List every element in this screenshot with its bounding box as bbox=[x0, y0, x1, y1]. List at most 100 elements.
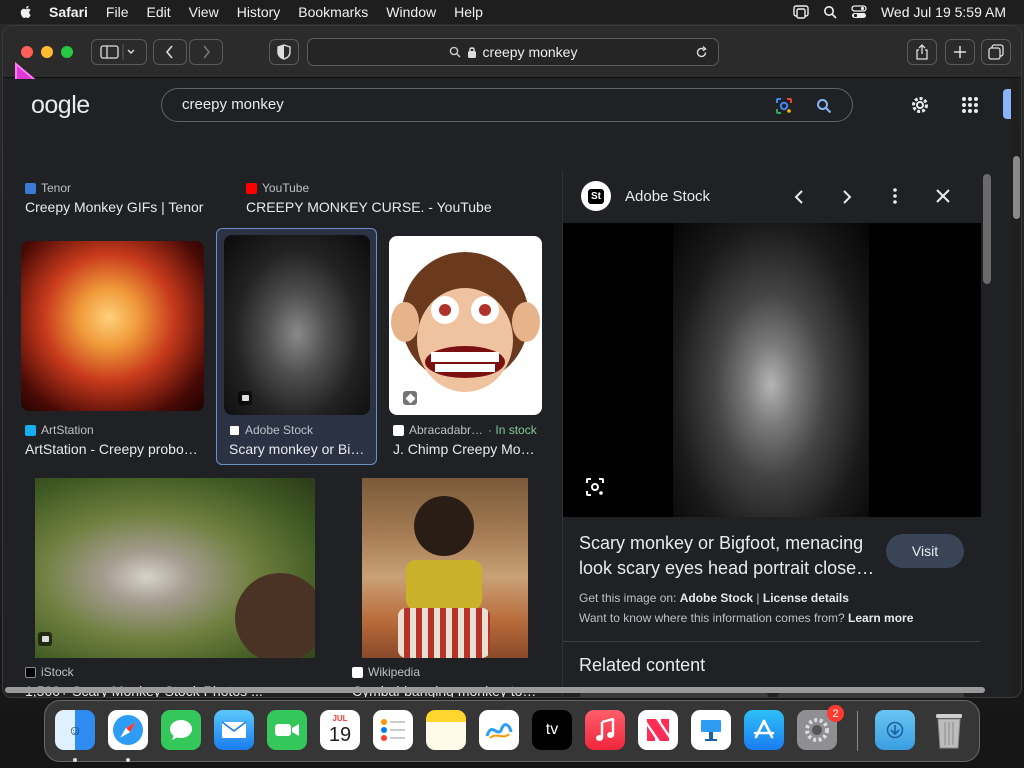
result-image-adobe-stock[interactable] bbox=[224, 235, 370, 415]
mail-icon[interactable] bbox=[214, 710, 254, 750]
istock-favicon bbox=[25, 666, 36, 678]
desktop: Safari File Edit View History Bookmarks … bbox=[0, 0, 1024, 768]
result-title-tenor[interactable]: Creepy Monkey GIFs | Tenor bbox=[25, 199, 225, 215]
google-logo[interactable]: oogle bbox=[31, 91, 90, 120]
privacy-report-button[interactable] bbox=[269, 39, 299, 65]
menu-window[interactable]: Window bbox=[377, 0, 445, 24]
gear-icon bbox=[805, 718, 829, 742]
minimize-window-button[interactable] bbox=[41, 46, 53, 58]
calendar-icon[interactable]: JUL 19 bbox=[320, 710, 360, 750]
result-source-istock[interactable]: iStock bbox=[25, 665, 74, 679]
result-title-abracadabra[interactable]: J. Chimp Creepy Mo… bbox=[393, 441, 543, 457]
facetime-icon[interactable] bbox=[267, 710, 307, 750]
result-source-abracadabra[interactable]: Abracadabr… · In stock bbox=[393, 423, 537, 437]
previous-image-icon[interactable] bbox=[793, 189, 805, 205]
notes-icon[interactable] bbox=[426, 710, 466, 750]
menu-view[interactable]: View bbox=[180, 0, 228, 24]
screen-mirror-icon[interactable] bbox=[793, 5, 809, 19]
page-horizontal-scrollbar[interactable] bbox=[5, 687, 985, 693]
more-options-icon[interactable] bbox=[893, 188, 897, 204]
get-image-source-link[interactable]: Adobe Stock bbox=[680, 591, 753, 605]
menu-edit[interactable]: Edit bbox=[137, 0, 179, 24]
apple-icon[interactable] bbox=[18, 4, 34, 20]
close-icon[interactable] bbox=[936, 189, 950, 203]
reminders-icon[interactable] bbox=[373, 710, 413, 750]
result-title-adobe-stock[interactable]: Scary monkey or Bi… bbox=[229, 441, 369, 457]
keynote-icon[interactable] bbox=[691, 710, 731, 750]
downloads-folder-icon[interactable] bbox=[875, 710, 915, 750]
next-image-icon[interactable] bbox=[841, 189, 853, 205]
panel-preview-image[interactable] bbox=[563, 223, 981, 517]
menu-history[interactable]: History bbox=[228, 0, 290, 24]
menubar-datetime[interactable]: Wed Jul 19 5:59 AM bbox=[881, 4, 1006, 20]
trash-icon[interactable] bbox=[929, 710, 969, 750]
control-center-icon[interactable] bbox=[851, 5, 867, 19]
safari-icon[interactable] bbox=[108, 710, 148, 750]
menu-app-name[interactable]: Safari bbox=[40, 0, 97, 24]
result-title-artstation[interactable]: ArtStation - Creepy probo… bbox=[25, 441, 205, 457]
result-source-youtube[interactable]: YouTube bbox=[246, 181, 309, 195]
plus-icon bbox=[954, 46, 966, 58]
search-submit-button[interactable] bbox=[813, 95, 835, 117]
panel-source-name[interactable]: Adobe Stock bbox=[625, 188, 710, 205]
result-title-youtube[interactable]: CREEPY MONKEY CURSE. - YouTube bbox=[246, 199, 546, 215]
close-window-button[interactable] bbox=[21, 46, 33, 58]
apple-tv-icon[interactable]: tv bbox=[532, 710, 572, 750]
back-button[interactable] bbox=[153, 39, 187, 65]
wikipedia-favicon bbox=[352, 666, 363, 678]
adobe-stock-logo[interactable]: St bbox=[581, 181, 611, 211]
sidebar-toggle-button[interactable] bbox=[91, 39, 147, 65]
speech-bubble-icon bbox=[170, 720, 192, 740]
page-vertical-scrollbar[interactable] bbox=[1013, 156, 1020, 219]
license-details-link[interactable]: License details bbox=[763, 591, 849, 605]
result-source-tenor[interactable]: Tenor bbox=[25, 181, 71, 195]
result-source-artstation[interactable]: ArtStation bbox=[25, 423, 94, 437]
panel-scrollbar[interactable] bbox=[983, 174, 991, 284]
search-icon[interactable] bbox=[823, 5, 837, 19]
result-image-istock[interactable] bbox=[35, 478, 315, 658]
app-store-icon[interactable] bbox=[744, 710, 784, 750]
menu-bookmarks[interactable]: Bookmarks bbox=[289, 0, 377, 24]
result-source-wikipedia[interactable]: Wikipedia bbox=[352, 665, 420, 679]
menu-file[interactable]: File bbox=[97, 0, 138, 24]
result-image-abracadabra[interactable] bbox=[389, 236, 542, 415]
forward-button[interactable] bbox=[189, 39, 223, 65]
zoom-window-button[interactable] bbox=[61, 46, 73, 58]
menu-help[interactable]: Help bbox=[445, 0, 492, 24]
abracadabra-favicon bbox=[393, 424, 404, 436]
result-source-adobe-stock[interactable]: Adobe Stock bbox=[229, 423, 313, 437]
google-apps-button[interactable] bbox=[958, 93, 982, 117]
settings-notification-badge: 2 bbox=[827, 705, 844, 722]
new-tab-button[interactable] bbox=[945, 39, 975, 65]
result-image-wikipedia[interactable] bbox=[362, 478, 528, 658]
messages-icon[interactable] bbox=[161, 710, 201, 750]
news-icon[interactable] bbox=[638, 710, 678, 750]
account-avatar[interactable] bbox=[1003, 89, 1011, 119]
lens-search-icon[interactable] bbox=[585, 477, 605, 497]
search-input[interactable]: creepy monkey bbox=[161, 88, 853, 122]
settings-button[interactable] bbox=[908, 93, 932, 117]
tab-overview-button[interactable] bbox=[981, 39, 1011, 65]
finder-icon[interactable]: ☺ bbox=[55, 710, 95, 750]
image-badge-icon bbox=[38, 632, 52, 646]
reload-icon[interactable] bbox=[695, 46, 708, 59]
google-header: oogle creepy monkey bbox=[3, 79, 1011, 131]
share-button[interactable] bbox=[907, 39, 937, 65]
panel-image-title[interactable]: Scary monkey or Bigfoot, menacing look s… bbox=[579, 531, 879, 581]
image-preview-panel: St Adobe Stock Scary monkey or Bigfoot, … bbox=[562, 171, 981, 697]
music-icon[interactable] bbox=[585, 710, 625, 750]
freeform-icon[interactable] bbox=[479, 710, 519, 750]
address-text: creepy monkey bbox=[482, 44, 578, 60]
visit-button[interactable]: Visit bbox=[886, 534, 964, 568]
search-icon bbox=[449, 46, 461, 58]
dock-separator bbox=[857, 711, 858, 751]
google-lens-button[interactable] bbox=[773, 95, 795, 117]
address-bar[interactable]: creepy monkey bbox=[307, 38, 719, 66]
apps-grid-icon bbox=[962, 97, 978, 113]
learn-more-link[interactable]: Learn more bbox=[848, 611, 913, 625]
result-image-artstation[interactable] bbox=[21, 241, 204, 411]
shield-icon bbox=[277, 44, 291, 60]
menu-bar: Safari File Edit View History Bookmarks … bbox=[0, 0, 1024, 24]
safari-running-indicator bbox=[126, 758, 130, 762]
tag-badge-icon bbox=[403, 391, 417, 405]
